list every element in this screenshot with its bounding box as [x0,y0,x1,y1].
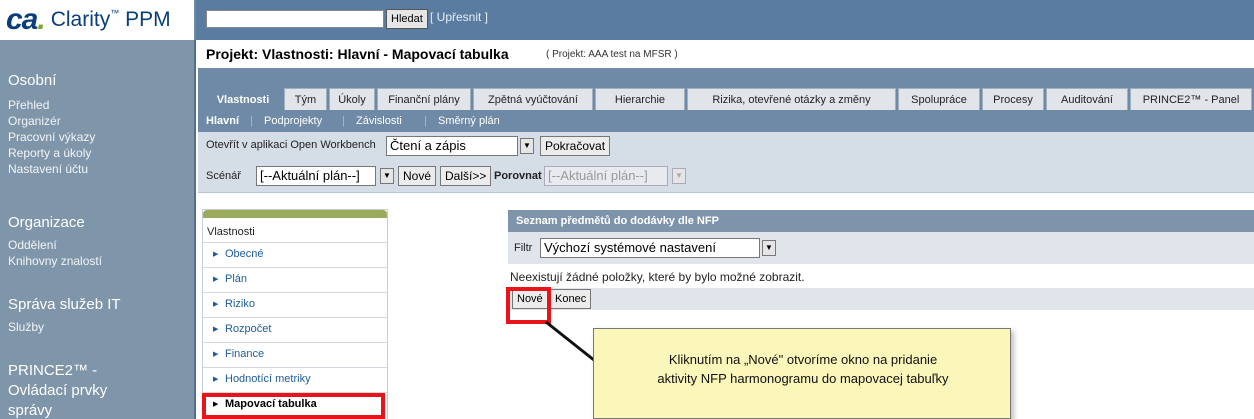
callout-text: Kliknutím na „Nové" otvoríme okno na pri… [594,350,1012,388]
callout-text-line: Kliknutím na „Nové" otvoríme okno na pri… [668,352,938,367]
callout-text-line: aktivity NFP harmonogramu do mapovacej t… [657,371,949,386]
callout-box: Kliknutím na „Nové" otvoríme okno na pri… [593,328,1011,419]
app-root: ca. Clarity™ PPM Hledat [ Upřesnit ] Oso… [0,0,1254,419]
